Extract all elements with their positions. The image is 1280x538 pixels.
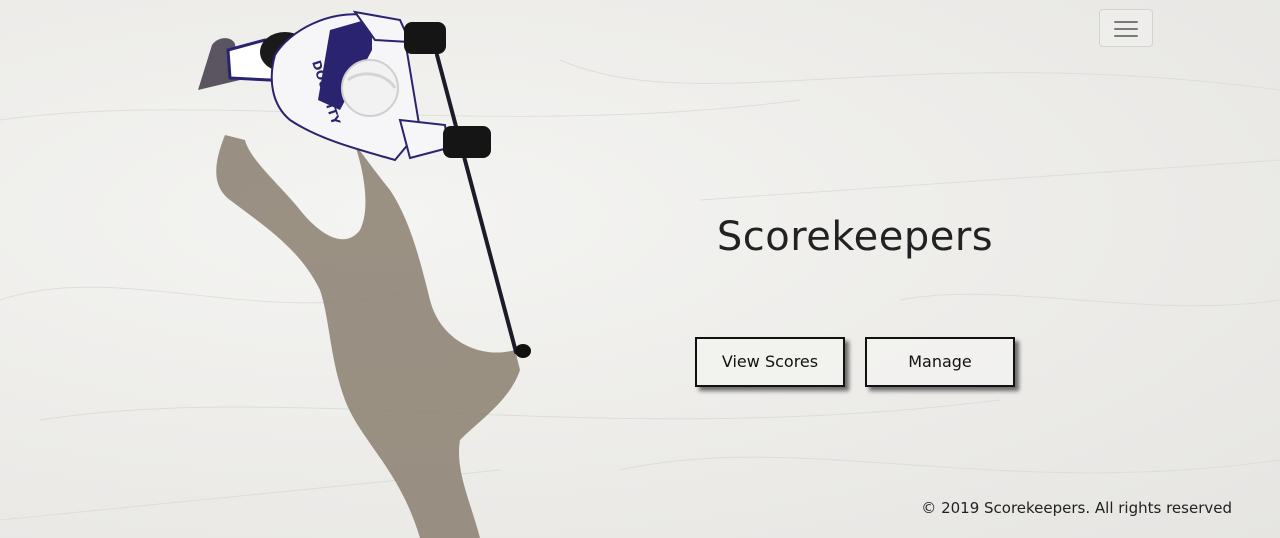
- manage-button[interactable]: Manage: [865, 337, 1015, 387]
- view-scores-button[interactable]: View Scores: [695, 337, 845, 387]
- menu-toggle-button[interactable]: [1099, 9, 1153, 47]
- player-helmet: [341, 59, 399, 117]
- hockey-stick: [435, 53, 518, 354]
- hamburger-menu-icon-bar: [1114, 35, 1138, 37]
- footer-copyright: © 2019 Scorekeepers. All rights reserved: [921, 499, 1232, 517]
- player-glove-top: [404, 22, 446, 54]
- hockey-player-photo: DOUGHTY: [198, 10, 531, 538]
- puck: [515, 344, 531, 358]
- hamburger-menu-icon-bar: [1114, 28, 1138, 30]
- page-title: Scorekeepers: [716, 214, 994, 260]
- hamburger-menu-icon: [1114, 21, 1138, 23]
- player-arm-lower: [398, 118, 450, 160]
- player-glove-bottom: [443, 126, 491, 158]
